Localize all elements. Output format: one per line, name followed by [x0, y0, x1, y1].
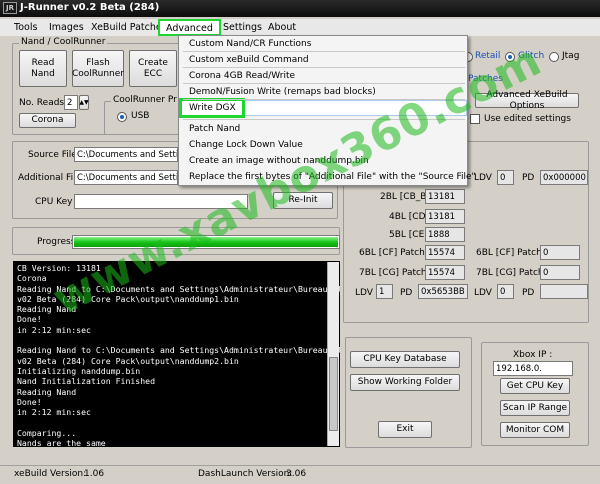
cg1-value: 0 [540, 265, 580, 280]
menu-images[interactable]: Images [49, 22, 84, 33]
exit-button[interactable]: Exit [378, 421, 432, 438]
console-line: in 2:12 min:sec [17, 324, 91, 335]
cg0-value: 15574 [425, 265, 465, 280]
cpu-key-label: CPU Key [35, 197, 73, 207]
source-file-input[interactable]: C:\Documents and Setting [74, 147, 178, 162]
scan-ip-range-button[interactable]: Scan IP Range [500, 400, 570, 416]
advanced-menu-item[interactable]: Custom xeBuild Command [189, 55, 309, 65]
advanced-menu-item[interactable]: Write DGX [189, 103, 236, 113]
cb-b-label: 2BL [CB_B] [380, 192, 430, 202]
xebuild-version-label: xeBuild Version: [14, 469, 87, 479]
ldv1-label: LDV [355, 288, 373, 298]
pd1-value: 0x5653BB [418, 284, 468, 299]
cpu-key-database-button[interactable]: CPU Key Database [350, 351, 460, 368]
console-line: Reading Nand to C:\Documents and Setting… [17, 345, 340, 356]
ldv-top-value: 0 [497, 170, 514, 185]
xbox-ip-label: Xbox IP : [513, 350, 553, 360]
nand-group-legend: Nand / CoolRunner [19, 37, 108, 47]
console-scrollbar[interactable] [327, 262, 339, 446]
ldv-top-label: LDV [474, 173, 492, 183]
menu-advanced[interactable]: Advanced [158, 19, 221, 36]
menu-separator [183, 51, 465, 52]
pd2-value [540, 284, 588, 299]
console-line: Initializing nanddump.bin [17, 365, 141, 376]
cf0-label: 6BL [CF] Patch 0 [359, 248, 434, 258]
menu-separator [183, 83, 465, 84]
pd-top-value: 0x000000 [540, 170, 588, 185]
usb-radio[interactable] [117, 112, 127, 122]
pd2-label: PD [522, 288, 535, 298]
coolrunner-group-legend: CoolRunner Pr [111, 95, 179, 105]
get-cpu-key-button[interactable]: Get CPU Key [500, 378, 570, 394]
cd-label: 4BL [CD] [389, 212, 430, 222]
menu-xebuild-patches[interactable]: XeBuild Patches [91, 22, 167, 33]
ce-value: 1888 [425, 227, 465, 242]
no-reads-input[interactable]: 2 [64, 95, 78, 110]
console-line: Nand Initialization Finished [17, 376, 156, 387]
show-working-folder-button[interactable]: Show Working Folder [350, 374, 460, 391]
no-reads-label: No. Reads [19, 98, 65, 108]
usb-label: USB [131, 111, 150, 121]
status-bar: xeBuild Version: 1.06 DashLaunch Version… [0, 465, 600, 484]
cf1-value: 0 [540, 245, 580, 260]
menu-bar: Tools Images XeBuild Patches Advanced Se… [0, 19, 600, 36]
advanced-menu-item[interactable]: Change Lock Down Value [189, 140, 303, 150]
advanced-menu-item[interactable]: Patch Nand [189, 124, 240, 134]
progress-label: Progress [37, 237, 76, 247]
additional-file-input[interactable]: C:\Documents and Setting [74, 170, 178, 185]
ldv2-value: 0 [497, 284, 514, 299]
menu-settings[interactable]: Settings [223, 22, 262, 33]
use-edited-settings-label: Use edited settings [484, 114, 571, 124]
read-nand-button[interactable]: Read Nand [19, 50, 67, 87]
advanced-menu-item[interactable]: Corona 4GB Read/Write [189, 71, 295, 81]
cf0-value: 15574 [425, 245, 465, 260]
advanced-menu-item[interactable]: DemoN/Fusion Write (remaps bad blocks) [189, 87, 376, 97]
pd-top-label: PD [522, 173, 535, 183]
monitor-com-button[interactable]: Monitor COM [500, 422, 570, 438]
cd-value: 13181 [425, 209, 465, 224]
console-line: Comparing... [17, 427, 77, 438]
xbox-ip-input[interactable]: 192.168.0. [493, 361, 573, 376]
console-scroll-thumb[interactable] [329, 357, 338, 431]
no-reads-stepper-icon[interactable]: ▲▼ [79, 95, 89, 110]
dashlaunch-version-label: DashLaunch Version: [198, 469, 293, 479]
menu-about[interactable]: About [268, 22, 296, 33]
title-bar: JR J-Runner v0.2 Beta (284) [0, 0, 600, 17]
console-line: in 2:12 min:sec [17, 407, 91, 418]
source-file-label: Source File [28, 150, 77, 160]
dashlaunch-version-value: 3.06 [286, 469, 307, 479]
additional-file-label: Additional File [18, 173, 82, 183]
pd1-label: PD [400, 288, 413, 298]
menu-separator [183, 67, 465, 68]
ce-label: 5BL [CE] [389, 230, 428, 240]
cb-b-value: 13181 [425, 189, 465, 204]
console-line: v02 Beta (284) Core Pack\output\nanddump… [17, 355, 239, 366]
menu-tools[interactable]: Tools [14, 22, 37, 33]
ldv2-label: LDV [474, 288, 492, 298]
window-title: J-Runner v0.2 Beta (284) [20, 2, 160, 13]
ldv1-value: 1 [376, 284, 393, 299]
jr-logo-icon: JR [3, 2, 17, 14]
flash-coolrunner-button[interactable]: Flash CoolRunner [72, 50, 124, 87]
advanced-menu-item[interactable]: Custom Nand/CR Functions [189, 39, 311, 49]
xebuild-version-value: 1.06 [84, 469, 105, 479]
cg0-label: 7BL [CG] Patch 0 [359, 268, 436, 278]
console-line: Reading Nand [17, 386, 77, 397]
create-ecc-button[interactable]: Create ECC [129, 50, 177, 87]
corona-button[interactable]: Corona [19, 113, 76, 128]
console-line: Done! [17, 396, 42, 407]
console-line: Nands are the same [17, 438, 106, 447]
